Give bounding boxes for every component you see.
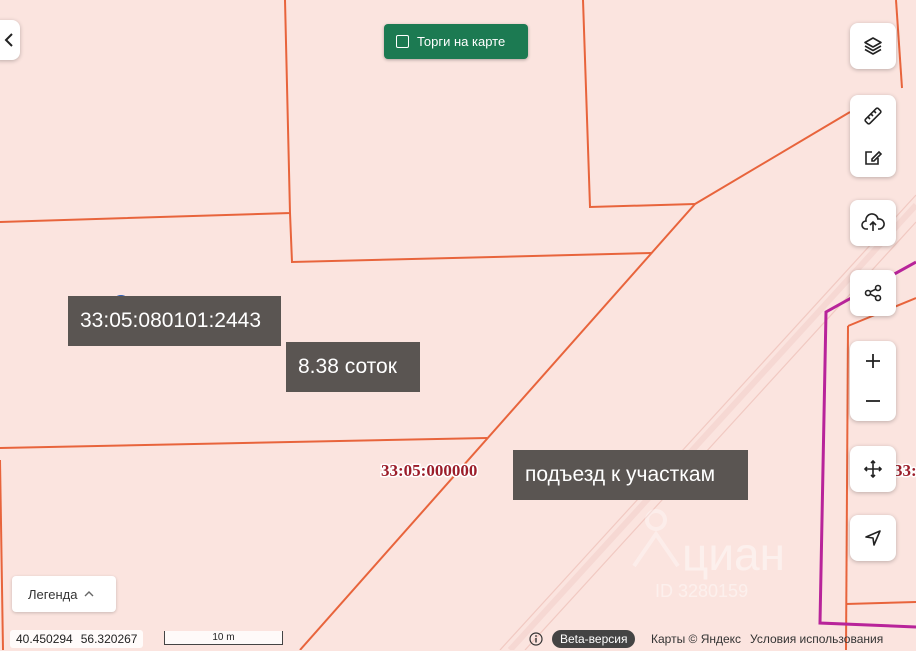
quarter-number-partial: 33:0 — [894, 461, 916, 480]
upload-button[interactable] — [850, 200, 896, 246]
pan-button[interactable] — [850, 446, 896, 492]
share-icon — [863, 283, 883, 303]
edit-icon[interactable] — [863, 147, 883, 167]
share-button[interactable] — [850, 270, 896, 316]
road-label: подъезд к участкам — [513, 450, 748, 500]
layers-icon — [862, 35, 884, 57]
zoom-out-icon[interactable] — [864, 392, 882, 410]
cloud-upload-icon — [861, 213, 885, 233]
terms-link[interactable]: Условия использования — [750, 632, 883, 646]
back-button[interactable] — [0, 20, 20, 60]
watermark-brand: циан — [682, 528, 785, 580]
tools-group — [850, 95, 896, 177]
info-icon[interactable] — [529, 632, 543, 651]
beta-badge: Beta-версия — [552, 630, 636, 648]
navigation-arrow-icon — [864, 529, 882, 547]
checkbox-icon[interactable] — [396, 35, 409, 48]
parcel-area-label: 8.38 соток — [286, 342, 420, 392]
zoom-controls — [850, 341, 896, 421]
auctions-toggle[interactable]: Торги на карте — [384, 24, 528, 59]
ruler-icon[interactable] — [863, 106, 883, 126]
watermark-id: ID 3280159 — [655, 581, 748, 601]
quarter-number: 33:05:000000 — [381, 461, 477, 480]
coordinates-readout: 40.450294 56.320267 — [10, 630, 144, 648]
geolocation-button[interactable] — [850, 515, 896, 561]
longitude: 40.450294 — [16, 632, 73, 646]
chevron-up-icon — [84, 585, 94, 603]
scale-bar: 10 m — [164, 631, 283, 645]
zoom-in-icon[interactable] — [864, 352, 882, 370]
scale-label: 10 m — [212, 632, 235, 643]
chevron-left-icon — [3, 32, 15, 48]
legend-label: Легенда — [28, 586, 78, 602]
move-arrows-icon — [863, 459, 883, 479]
legend-button[interactable]: Легенда — [12, 576, 116, 612]
cadastral-number-label: 33:05:080101:2443 — [68, 296, 281, 346]
auctions-toggle-label: Торги на карте — [417, 34, 506, 49]
layers-button[interactable] — [850, 23, 896, 69]
latitude: 56.320267 — [80, 632, 138, 646]
maps-copyright[interactable]: Карты © Яндекс — [651, 632, 741, 646]
